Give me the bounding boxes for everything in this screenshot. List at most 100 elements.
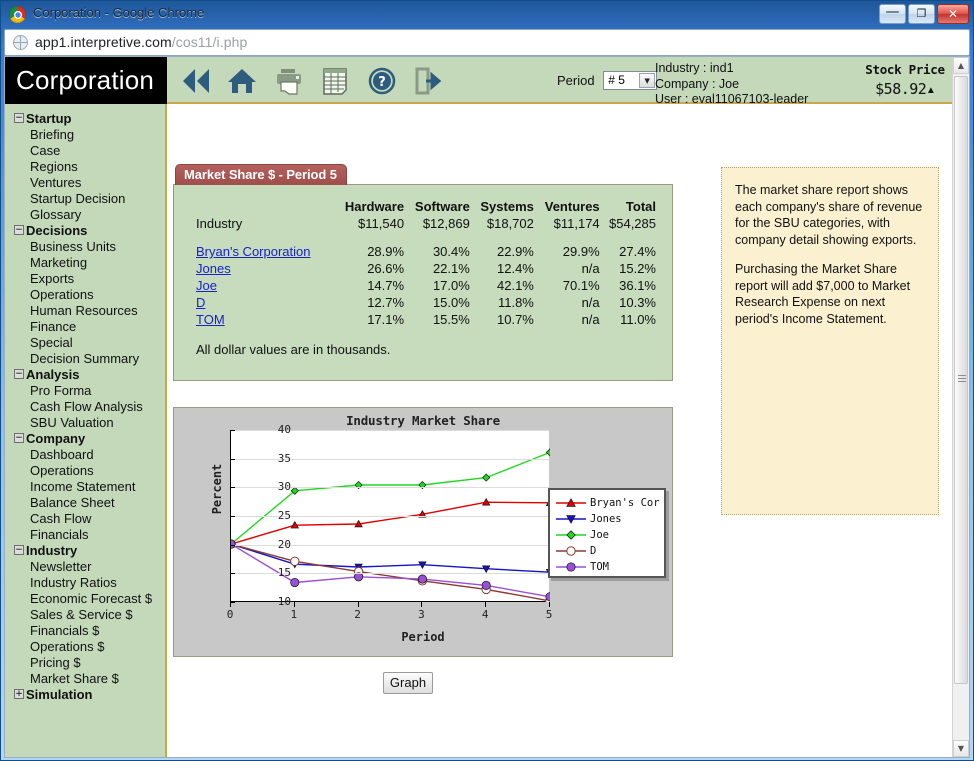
company-link-jones[interactable]: Jones (196, 261, 231, 276)
table-cell: 42.1% (470, 277, 534, 294)
collapse-icon[interactable]: − (14, 113, 24, 123)
table-cell: 22.9% (470, 243, 534, 260)
sidebar-item-operations[interactable]: Operations (5, 287, 165, 303)
legend-marker-icon (556, 513, 586, 525)
collapse-icon[interactable]: − (14, 433, 24, 443)
back-icon[interactable] (175, 62, 217, 100)
sidebar-group-industry[interactable]: −Industry (5, 543, 165, 559)
collapse-icon[interactable]: − (14, 369, 24, 379)
chart-data-point (482, 581, 490, 589)
chart-x-tick (421, 602, 422, 607)
legend-label: D (590, 543, 596, 559)
sidebar-group-startup[interactable]: −Startup (5, 111, 165, 127)
sidebar-item-briefing[interactable]: Briefing (5, 127, 165, 143)
sidebar-item-industry-ratios[interactable]: Industry Ratios (5, 575, 165, 591)
sidebar-item-cash-flow-analysis[interactable]: Cash Flow Analysis (5, 399, 165, 415)
sidebar-item-income-statement[interactable]: Income Statement (5, 479, 165, 495)
sidebar-item-human-resources[interactable]: Human Resources (5, 303, 165, 319)
legend-item-tom: TOM (554, 559, 664, 575)
sidebar-item-newsletter[interactable]: Newsletter (5, 559, 165, 575)
sidebar-item-special[interactable]: Special (5, 335, 165, 351)
sidebar-item-ventures[interactable]: Ventures (5, 175, 165, 191)
table-cell: $18,702 (470, 215, 534, 232)
chart-data-point (546, 449, 550, 456)
home-icon[interactable] (221, 62, 263, 100)
scrollbar-thumb[interactable] (954, 76, 968, 684)
sidebar-item-sales-service[interactable]: Sales & Service $ (5, 607, 165, 623)
table-header-row: HardwareSoftwareSystemsVenturesTotal (196, 199, 656, 215)
sidebar-item-finance[interactable]: Finance (5, 319, 165, 335)
sidebar-item-exports[interactable]: Exports (5, 271, 165, 287)
table-cell: 12.7% (333, 294, 404, 311)
table-row: Bryan's Corporation28.9%30.4%22.9%29.9%2… (196, 243, 656, 260)
sidebar-item-decision-summary[interactable]: Decision Summary (5, 351, 165, 367)
sidebar-item-case[interactable]: Case (5, 143, 165, 159)
sidebar-item-dashboard[interactable]: Dashboard (5, 447, 165, 463)
scroll-up-icon[interactable]: ▲ (953, 57, 969, 74)
help-icon[interactable]: ? (361, 62, 403, 100)
chart-y-tick (230, 459, 235, 460)
sidebar-item-balance-sheet[interactable]: Balance Sheet (5, 495, 165, 511)
legend-marker-icon (556, 529, 586, 541)
sidebar-item-cash-flow[interactable]: Cash Flow (5, 511, 165, 527)
sidebar-item-pro-forma[interactable]: Pro Forma (5, 383, 165, 399)
company-link-bryan-s-corporation[interactable]: Bryan's Corporation (196, 244, 310, 259)
sidebar-item-marketing[interactable]: Marketing (5, 255, 165, 271)
expand-icon[interactable]: + (14, 689, 24, 699)
table-cell: $54,285 (600, 215, 656, 232)
sidebar-item-economic-forecast[interactable]: Economic Forecast $ (5, 591, 165, 607)
table-cell: n/a (534, 311, 600, 328)
chart-x-tick-label: 4 (475, 608, 495, 621)
legend-item-d: D (554, 543, 664, 559)
sidebar-item-financials[interactable]: Financials $ (5, 623, 165, 639)
sidebar-item-business-units[interactable]: Business Units (5, 239, 165, 255)
chart-y-tick-label: 10 (259, 595, 291, 608)
company-link-d[interactable]: D (196, 295, 205, 310)
table-cell: 30.4% (404, 243, 470, 260)
company-line: Company : Joe (655, 77, 808, 93)
table-row: TOM17.1%15.5%10.7%n/a11.0% (196, 311, 656, 328)
print-icon[interactable] (268, 62, 310, 100)
sidebar-group-company[interactable]: −Company (5, 431, 165, 447)
period-select[interactable]: # 5 ▼ (603, 71, 657, 90)
period-selector-wrap: Period # 5 ▼ (557, 71, 657, 90)
chart-x-tick-label: 2 (348, 608, 368, 621)
sidebar-item-startup-decision[interactable]: Startup Decision (5, 191, 165, 207)
minimize-button[interactable]: — (879, 4, 906, 24)
sidebar-group-simulation[interactable]: +Simulation (5, 687, 165, 703)
company-link-tom[interactable]: TOM (196, 312, 225, 327)
chevron-down-icon[interactable]: ▼ (639, 73, 655, 88)
address-bar[interactable]: app1.interpretive.com/cos11/i.php (4, 29, 970, 56)
row-label: Joe (196, 277, 333, 294)
logout-icon[interactable] (407, 62, 449, 100)
sidebar-item-market-share[interactable]: Market Share $ (5, 671, 165, 687)
table-cell: 28.9% (333, 243, 404, 260)
sidebar-item-glossary[interactable]: Glossary (5, 207, 165, 223)
table-cell: 10.3% (600, 294, 656, 311)
spreadsheet-icon[interactable] (314, 62, 356, 100)
sidebar-item-regions[interactable]: Regions (5, 159, 165, 175)
sidebar-item-pricing[interactable]: Pricing $ (5, 655, 165, 671)
collapse-icon[interactable]: − (14, 225, 24, 235)
chart-y-tick-label: 35 (259, 452, 291, 465)
column-header: Total (600, 199, 656, 215)
sidebar-item-sbu-valuation[interactable]: SBU Valuation (5, 415, 165, 431)
industry-line: Industry : ind1 (655, 61, 808, 77)
legend-item-jones: Jones (554, 511, 664, 527)
company-link-joe[interactable]: Joe (196, 278, 217, 293)
table-row: D12.7%15.0%11.8%n/a10.3% (196, 294, 656, 311)
url-host: app1.interpretive.com (35, 34, 172, 50)
sidebar-group-analysis[interactable]: −Analysis (5, 367, 165, 383)
graph-button[interactable]: Graph (383, 672, 433, 694)
sidebar-group-decisions[interactable]: −Decisions (5, 223, 165, 239)
sidebar-item-operations[interactable]: Operations (5, 463, 165, 479)
maximize-button[interactable]: ❐ (908, 4, 935, 24)
scroll-down-icon[interactable]: ▼ (953, 740, 969, 757)
close-button[interactable]: ✕ (937, 4, 969, 24)
chart-data-point (291, 578, 299, 586)
sidebar-item-financials[interactable]: Financials (5, 527, 165, 543)
vertical-scrollbar[interactable]: ▲ ▼ (952, 57, 969, 757)
stock-price-value: $58.92▴ (861, 80, 949, 98)
sidebar-item-operations[interactable]: Operations $ (5, 639, 165, 655)
collapse-icon[interactable]: − (14, 545, 24, 555)
